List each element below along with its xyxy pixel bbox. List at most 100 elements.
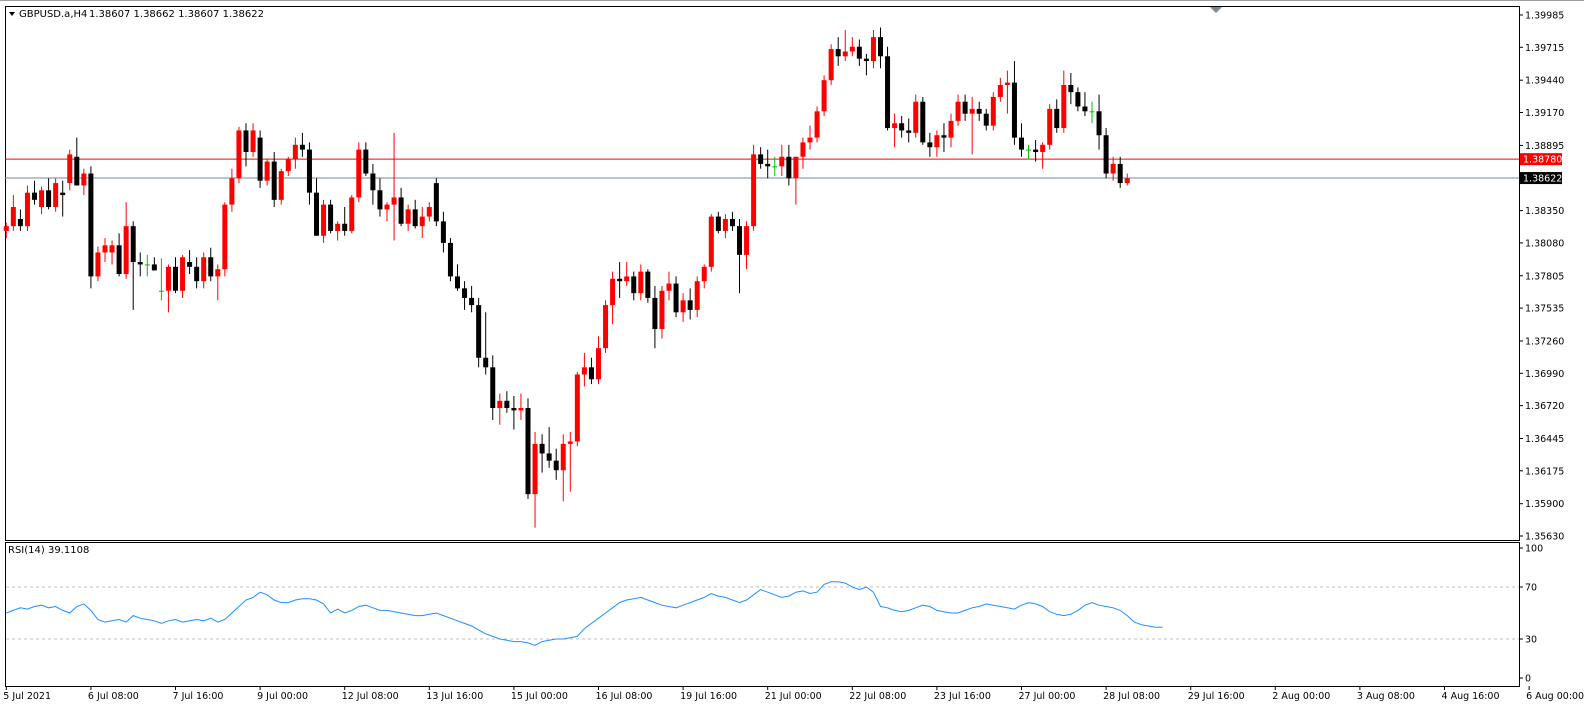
candle[interactable] xyxy=(88,166,94,289)
candle[interactable] xyxy=(377,178,383,217)
candle[interactable] xyxy=(1054,99,1060,133)
candle[interactable] xyxy=(715,211,721,234)
candle[interactable] xyxy=(899,116,905,138)
candle[interactable] xyxy=(187,250,193,275)
candle[interactable] xyxy=(201,252,207,289)
candle[interactable] xyxy=(885,46,891,131)
candle[interactable] xyxy=(497,393,503,425)
candle[interactable] xyxy=(807,125,813,150)
candle[interactable] xyxy=(342,207,348,236)
candle[interactable] xyxy=(666,271,672,301)
candle[interactable] xyxy=(271,151,277,208)
candle[interactable] xyxy=(95,246,101,282)
candle[interactable] xyxy=(123,202,129,279)
candle[interactable] xyxy=(737,218,742,294)
candle[interactable] xyxy=(962,94,968,121)
candle[interactable] xyxy=(384,202,390,222)
candle[interactable] xyxy=(236,126,242,184)
candle[interactable] xyxy=(574,372,580,447)
candle[interactable] xyxy=(504,391,510,413)
candle[interactable] xyxy=(1033,140,1039,162)
candle[interactable] xyxy=(863,53,869,76)
candle[interactable] xyxy=(532,431,538,528)
candle[interactable] xyxy=(116,233,122,277)
candle[interactable] xyxy=(920,96,926,145)
candle[interactable] xyxy=(638,264,644,301)
candle[interactable] xyxy=(680,293,686,322)
candlestick-series[interactable] xyxy=(3,27,1130,528)
candle[interactable] xyxy=(335,221,341,241)
candle[interactable] xyxy=(553,448,559,480)
candle[interactable] xyxy=(955,94,961,126)
candle[interactable] xyxy=(1068,73,1074,105)
rsi-series[interactable] xyxy=(6,581,1163,647)
candle[interactable] xyxy=(765,149,771,179)
candle[interactable] xyxy=(786,144,792,186)
candle[interactable] xyxy=(328,199,334,234)
chart-shift-marker-icon[interactable] xyxy=(1210,7,1222,13)
candle[interactable] xyxy=(476,297,482,368)
candle[interactable] xyxy=(849,37,855,57)
candle[interactable] xyxy=(1040,142,1046,169)
candle[interactable] xyxy=(624,262,630,286)
candle[interactable] xyxy=(892,113,898,148)
candle[interactable] xyxy=(1004,70,1010,114)
candle[interactable] xyxy=(1019,123,1024,157)
candle[interactable] xyxy=(285,156,291,176)
candle[interactable] xyxy=(744,221,750,270)
candle[interactable] xyxy=(1011,61,1017,145)
candle[interactable] xyxy=(173,257,178,294)
candle[interactable] xyxy=(426,202,432,222)
candle[interactable] xyxy=(560,434,566,502)
candle[interactable] xyxy=(158,258,164,301)
candle[interactable] xyxy=(292,137,298,169)
candle[interactable] xyxy=(370,163,376,205)
candle[interactable] xyxy=(729,211,735,231)
candle[interactable] xyxy=(299,132,305,157)
candle[interactable] xyxy=(913,94,919,138)
candle[interactable] xyxy=(722,214,728,239)
candle[interactable] xyxy=(906,118,912,143)
candle[interactable] xyxy=(990,92,996,131)
candle[interactable] xyxy=(447,238,453,282)
candle[interactable] xyxy=(433,178,439,227)
candle[interactable] xyxy=(250,123,256,157)
candle[interactable] xyxy=(74,137,80,186)
candle[interactable] xyxy=(440,211,446,253)
candle[interactable] xyxy=(144,254,150,277)
symbol-menu-triangle-icon[interactable] xyxy=(9,12,15,16)
candle[interactable] xyxy=(652,285,658,349)
candle[interactable] xyxy=(1089,101,1095,124)
candle[interactable] xyxy=(349,195,355,234)
candle[interactable] xyxy=(60,180,66,217)
candle[interactable] xyxy=(581,352,587,387)
candle[interactable] xyxy=(3,222,9,239)
candle[interactable] xyxy=(67,149,73,191)
candle[interactable] xyxy=(306,142,312,205)
candle[interactable] xyxy=(455,264,460,291)
candle[interactable] xyxy=(821,75,827,117)
candle[interactable] xyxy=(842,29,848,62)
candle[interactable] xyxy=(645,269,651,303)
candle[interactable] xyxy=(363,142,369,176)
candle[interactable] xyxy=(856,39,862,66)
candle[interactable] xyxy=(398,187,404,227)
candle[interactable] xyxy=(1061,70,1067,133)
candle[interactable] xyxy=(314,178,319,236)
candle[interactable] xyxy=(617,262,623,298)
candle[interactable] xyxy=(603,300,609,353)
candle[interactable] xyxy=(1047,104,1053,150)
candle[interactable] xyxy=(511,396,517,430)
candle[interactable] xyxy=(490,355,496,420)
candle[interactable] xyxy=(631,271,637,301)
candle[interactable] xyxy=(701,264,707,289)
candle[interactable] xyxy=(215,264,221,301)
candle[interactable] xyxy=(927,132,933,157)
candle[interactable] xyxy=(758,147,764,169)
candle[interactable] xyxy=(673,276,679,318)
candle[interactable] xyxy=(243,123,249,167)
candle[interactable] xyxy=(983,108,989,131)
candle[interactable] xyxy=(53,178,59,212)
candle[interactable] xyxy=(800,137,806,169)
candle[interactable] xyxy=(814,106,820,143)
